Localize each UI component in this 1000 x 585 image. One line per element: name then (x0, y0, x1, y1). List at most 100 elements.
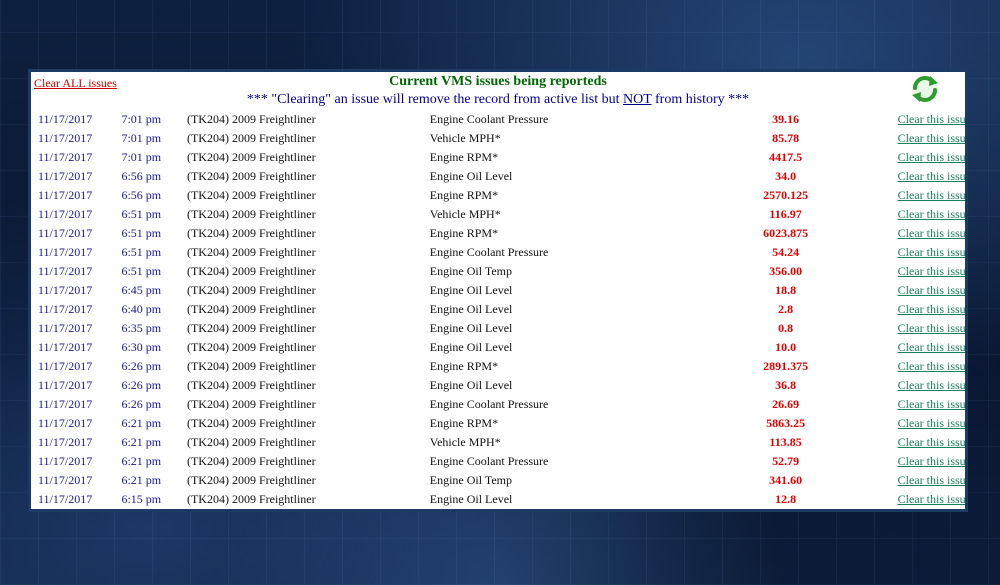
issue-parameter: Engine Coolant Pressure (429, 397, 549, 411)
issue-value: 18.8 (775, 283, 797, 297)
page-title: Current VMS issues being reporteds (389, 74, 607, 89)
clear-this-issue-link[interactable]: Clear this issue (898, 321, 965, 335)
issue-date: 11/17/2017 (38, 264, 93, 278)
clear-this-issue-link[interactable]: Clear this issue (898, 454, 965, 468)
issue-date: 11/17/2017 (38, 492, 93, 506)
issue-time: 7:01 pm (121, 112, 162, 126)
issue-row: 11/17/2017 6:21 pm (TK204) 2009 Freightlin… (31, 452, 965, 471)
issue-parameter: Vehicle MPH* (429, 435, 501, 449)
clear-this-issue-link[interactable]: Clear this issue (898, 264, 965, 278)
issue-date: 11/17/2017 (38, 454, 93, 468)
issue-row: 11/17/2017 6:26 pm (TK204) 2009 Freightlin… (31, 357, 965, 376)
clear-this-issue-link[interactable]: Clear this issue (898, 188, 965, 202)
issue-value: 5863.25 (766, 416, 806, 430)
issue-date: 11/17/2017 (38, 112, 93, 126)
clear-this-issue-link[interactable]: Clear this issue (898, 131, 965, 145)
refresh-icon (912, 76, 938, 102)
issue-row: 11/17/2017 7:01 pm (TK204) 2009 Freightlin… (31, 110, 965, 129)
issue-parameter: Engine RPM* (429, 188, 499, 202)
issue-time: 6:26 pm (121, 378, 162, 392)
vms-issues-panel: Clear ALL issues Current VMS issues bein… (28, 69, 968, 512)
issue-value: 10.0 (775, 340, 797, 354)
issue-row: 11/17/2017 6:21 pm (TK204) 2009 Freightlin… (31, 471, 965, 490)
issue-value: 34.0 (775, 169, 797, 183)
issue-parameter: Engine RPM* (429, 150, 499, 164)
issue-row: 11/17/2017 6:51 pm (TK204) 2009 Freightlin… (31, 262, 965, 281)
issue-vehicle: (TK204) 2009 Freightliner (186, 416, 316, 430)
issue-action-cell: Clear this issue (855, 357, 965, 376)
issue-time: 6:21 pm (121, 454, 162, 468)
issue-date: 11/17/2017 (38, 340, 93, 354)
clear-this-issue-link[interactable]: Clear this issue (898, 226, 965, 240)
issue-value: 4417.5 (769, 150, 803, 164)
issue-parameter: Engine Oil Temp (429, 473, 512, 487)
clear-this-issue-link[interactable]: Clear this issue (898, 492, 965, 506)
issue-vehicle: (TK204) 2009 Freightliner (186, 492, 316, 506)
clear-this-issue-link[interactable]: Clear this issue (898, 359, 965, 373)
issue-date: 11/17/2017 (38, 473, 93, 487)
issue-vehicle: (TK204) 2009 Freightliner (186, 359, 316, 373)
issue-action-cell: Clear this issue (855, 433, 965, 452)
issue-row: 11/17/2017 6:51 pm (TK204) 2009 Freightlin… (31, 205, 965, 224)
issue-action-cell: Clear this issue (855, 376, 965, 395)
issue-date: 11/17/2017 (38, 283, 93, 297)
refresh-button[interactable] (909, 73, 941, 105)
issue-date: 11/17/2017 (38, 245, 93, 259)
clear-this-issue-link[interactable]: Clear this issue (898, 150, 965, 164)
issue-row: 11/17/2017 6:51 pm (TK204) 2009 Freightlin… (31, 224, 965, 243)
clear-this-issue-link[interactable]: Clear this issue (898, 435, 965, 449)
issue-row: 11/17/2017 6:26 pm (TK204) 2009 Freightlin… (31, 395, 965, 414)
issue-date: 11/17/2017 (38, 435, 93, 449)
clear-this-issue-link[interactable]: Clear this issue (898, 397, 965, 411)
issue-value: 26.69 (772, 397, 800, 411)
issue-value: 52.79 (772, 454, 800, 468)
issue-time: 6:35 pm (121, 321, 162, 335)
issue-parameter: Engine Oil Level (429, 321, 513, 335)
issue-row: 11/17/2017 6:26 pm (TK204) 2009 Freightlin… (31, 376, 965, 395)
issue-value: 85.78 (772, 131, 800, 145)
issue-vehicle: (TK204) 2009 Freightliner (186, 397, 316, 411)
issue-value: 39.16 (772, 112, 800, 126)
issue-row: 11/17/2017 6:51 pm (TK204) 2009 Freightlin… (31, 243, 965, 262)
clear-this-issue-link[interactable]: Clear this issue (898, 473, 965, 487)
issue-row: 11/17/2017 6:21 pm (TK204) 2009 Freightlin… (31, 433, 965, 452)
issue-date: 11/17/2017 (38, 416, 93, 430)
issue-action-cell: Clear this issue (855, 205, 965, 224)
issue-row: 11/17/2017 6:56 pm (TK204) 2009 Freightlin… (31, 167, 965, 186)
issue-row: 11/17/2017 7:01 pm (TK204) 2009 Freightlin… (31, 148, 965, 167)
notice-suffix: from history *** (651, 92, 750, 107)
issue-time: 7:01 pm (121, 131, 162, 145)
issue-value: 36.8 (775, 378, 797, 392)
issue-time: 6:15 pm (121, 492, 162, 506)
clear-this-issue-link[interactable]: Clear this issue (898, 416, 965, 430)
issue-action-cell: Clear this issue (855, 262, 965, 281)
issue-parameter: Engine RPM* (429, 226, 499, 240)
clear-this-issue-link[interactable]: Clear this issue (898, 207, 965, 221)
issue-parameter: Engine Coolant Pressure (429, 112, 549, 126)
issue-vehicle: (TK204) 2009 Freightliner (186, 378, 316, 392)
issue-vehicle: (TK204) 2009 Freightliner (186, 131, 316, 145)
clear-this-issue-link[interactable]: Clear this issue (898, 169, 965, 183)
issue-parameter: Engine Oil Level (429, 378, 513, 392)
clear-this-issue-link[interactable]: Clear this issue (898, 112, 965, 126)
clear-this-issue-link[interactable]: Clear this issue (898, 378, 965, 392)
issue-vehicle: (TK204) 2009 Freightliner (186, 207, 316, 221)
issue-row: 11/17/2017 6:45 pm (TK204) 2009 Freightlin… (31, 281, 965, 300)
issue-vehicle: (TK204) 2009 Freightliner (186, 264, 316, 278)
issue-action-cell: Clear this issue (855, 452, 965, 471)
clear-this-issue-link[interactable]: Clear this issue (898, 340, 965, 354)
issue-date: 11/17/2017 (38, 188, 93, 202)
issue-action-cell: Clear this issue (855, 281, 965, 300)
issue-action-cell: Clear this issue (855, 414, 965, 433)
issue-value: 356.00 (769, 264, 803, 278)
clear-this-issue-link[interactable]: Clear this issue (898, 302, 965, 316)
clear-this-issue-link[interactable]: Clear this issue (898, 283, 965, 297)
clear-this-issue-link[interactable]: Clear this issue (898, 245, 965, 259)
issue-date: 11/17/2017 (38, 321, 93, 335)
issue-vehicle: (TK204) 2009 Freightliner (186, 112, 316, 126)
issue-parameter: Vehicle MPH* (429, 207, 501, 221)
issue-vehicle: (TK204) 2009 Freightliner (186, 169, 316, 183)
notice-emphasis: NOT (622, 92, 652, 107)
issue-action-cell: Clear this issue (855, 167, 965, 186)
issue-time: 6:51 pm (121, 226, 162, 240)
